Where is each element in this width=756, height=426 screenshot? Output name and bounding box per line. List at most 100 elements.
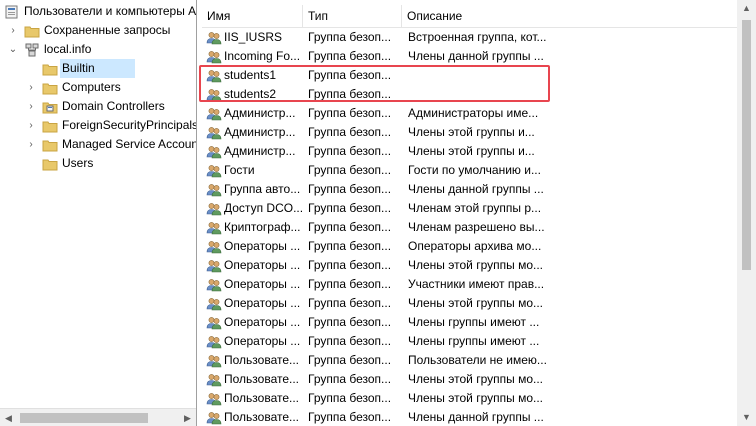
table-row[interactable]: Пользовате... Группа безоп... Члены этой г… [202, 389, 738, 408]
table-row[interactable]: Операторы ... Группа безоп... Члены группы… [202, 332, 738, 351]
group-icon [206, 317, 222, 330]
cell-description: Операторы архива мо... [408, 239, 542, 253]
tree-item-computers[interactable]: › Computers [0, 78, 196, 97]
column-header-description[interactable]: Описание [402, 5, 552, 27]
cell-name: Пользовате... [224, 372, 300, 386]
cell-description: Члены этой группы и... [408, 144, 535, 158]
cell-type: Группа безоп... [308, 277, 392, 291]
scroll-thumb[interactable] [20, 413, 148, 423]
expand-chevron-icon[interactable]: › [26, 97, 36, 116]
cell-name: Операторы ... [224, 315, 301, 329]
table-row[interactable]: Пользовате... Группа безоп... Пользователи… [202, 351, 738, 370]
cell-description: Члены группы имеют ... [408, 315, 540, 329]
table-row[interactable]: IIS_IUSRS Группа безоп... Встроенная групп… [202, 28, 738, 47]
table-row[interactable]: Операторы ... Группа безоп... Члены группы… [202, 313, 738, 332]
expand-chevron-icon[interactable]: › [26, 135, 36, 154]
group-icon [206, 146, 222, 159]
table-row[interactable]: Администр... Группа безоп... Члены этой гр… [202, 123, 738, 142]
table-row[interactable]: Операторы ... Группа безоп... Участники им… [202, 275, 738, 294]
tree-root[interactable]: Пользователи и компьютеры А [0, 2, 196, 21]
cell-type: Группа безоп... [308, 239, 392, 253]
cell-description: Члены этой группы и... [408, 125, 535, 139]
scroll-down-arrow-icon[interactable]: ▼ [737, 409, 756, 426]
scroll-thumb[interactable] [742, 20, 751, 270]
expand-chevron-icon[interactable]: › [26, 78, 36, 97]
cell-type: Группа безоп... [308, 163, 392, 177]
scroll-up-arrow-icon[interactable]: ▲ [737, 0, 756, 17]
group-icon [206, 355, 222, 368]
folder-icon [42, 121, 58, 133]
cell-type: Группа безоп... [308, 258, 392, 272]
domain-icon [25, 43, 39, 57]
cell-type: Группа безоп... [308, 106, 392, 120]
group-icon [206, 241, 222, 254]
group-icon [206, 298, 222, 311]
scroll-left-arrow-icon[interactable]: ◀ [0, 409, 17, 426]
cell-description: Встроенная группа, кот... [408, 30, 547, 44]
collapse-chevron-icon[interactable]: ⌄ [8, 40, 18, 59]
cell-name: Операторы ... [224, 258, 301, 272]
table-row[interactable]: Пользовате... Группа безоп... Члены данной… [202, 408, 738, 426]
cell-type: Группа безоп... [308, 296, 392, 310]
table-row[interactable]: Incoming Fo... Группа безоп... Члены данно… [202, 47, 738, 66]
cell-description: Члены данной группы ... [408, 49, 544, 63]
scroll-right-arrow-icon[interactable]: ▶ [179, 409, 196, 426]
group-icon [206, 51, 222, 64]
cell-description: Гости по умолчанию и... [408, 163, 541, 177]
tree-item-label: Builtin [60, 59, 135, 78]
tree-item-builtin[interactable]: Builtin [0, 59, 196, 78]
cell-name: Криптограф... [224, 220, 301, 234]
table-row[interactable]: Группа авто... Группа безоп... Члены данно… [202, 180, 738, 199]
tree-item-users[interactable]: Users [0, 154, 196, 173]
aduc-root-icon [5, 5, 18, 19]
details-list: Имя Тип Описание IIS_IUSRS Группа безоп..… [202, 0, 756, 426]
cell-type: Группа безоп... [308, 144, 392, 158]
cell-name: Операторы ... [224, 239, 301, 253]
table-row[interactable]: Операторы ... Группа безоп... Члены этой г… [202, 294, 738, 313]
cell-type: Группа безоп... [308, 201, 392, 215]
cell-type: Группа безоп... [308, 334, 392, 348]
tree-item-managed-service-accounts[interactable]: › Managed Service Accoun [0, 135, 196, 154]
cell-name: Операторы ... [224, 296, 301, 310]
cell-type: Группа безоп... [308, 30, 392, 44]
table-row[interactable]: Администр... Группа безоп... Администратор… [202, 104, 738, 123]
cell-name: Администр... [224, 125, 296, 139]
table-row[interactable]: Доступ DCO... Группа безоп... Членам этой … [202, 199, 738, 218]
folder-icon [42, 140, 58, 152]
group-icon [206, 374, 222, 387]
list-vertical-scrollbar[interactable]: ▲ ▼ [737, 0, 756, 426]
tree-item-foreign-security-principals[interactable]: › ForeignSecurityPrincipals [0, 116, 196, 135]
table-row[interactable]: Гости Группа безоп... Гости по умолчанию и… [202, 161, 738, 180]
column-header-type[interactable]: Тип [303, 5, 402, 27]
group-icon [206, 203, 222, 216]
cell-name: Гости [224, 163, 255, 177]
tree-item-domain[interactable]: ⌄ local.info [0, 40, 196, 59]
cell-description: Члены этой группы мо... [408, 391, 543, 405]
cell-type: Группа безоп... [308, 353, 392, 367]
expand-chevron-icon[interactable]: › [8, 21, 18, 40]
tree-item-saved-queries[interactable]: › Сохраненные запросы [0, 21, 196, 40]
cell-description: Участники имеют прав... [408, 277, 545, 291]
table-row[interactable]: Пользовате... Группа безоп... Члены этой г… [202, 370, 738, 389]
table-row[interactable]: Операторы ... Группа безоп... Члены этой г… [202, 256, 738, 275]
cell-name: Доступ DCO... [224, 201, 302, 215]
cell-type: Группа безоп... [308, 182, 392, 196]
group-icon [206, 32, 222, 45]
tree-item-label: ForeignSecurityPrincipals [62, 118, 197, 132]
tree-item-domain-controllers[interactable]: › Domain Controllers [0, 97, 196, 116]
cell-name: Операторы ... [224, 334, 301, 348]
tree-horizontal-scrollbar[interactable]: ◀ ▶ [0, 408, 196, 426]
table-row[interactable]: Администр... Группа безоп... Члены этой гр… [202, 142, 738, 161]
cell-name: Incoming Fo... [224, 49, 301, 63]
cell-name: Администр... [224, 106, 296, 120]
cell-name: Пользовате... [224, 391, 300, 405]
column-header-name[interactable]: Имя [202, 5, 303, 27]
table-row[interactable]: Операторы ... Группа безоп... Операторы ар… [202, 237, 738, 256]
expand-chevron-icon[interactable]: › [26, 116, 36, 135]
cell-type: Группа безоп... [308, 315, 392, 329]
cell-type: Группа безоп... [308, 410, 392, 424]
list-header: Имя Тип Описание [202, 5, 738, 28]
cell-description: Члены этой группы мо... [408, 258, 543, 272]
table-row[interactable]: Криптограф... Группа безоп... Членам разре… [202, 218, 738, 237]
folder-icon [42, 83, 58, 95]
